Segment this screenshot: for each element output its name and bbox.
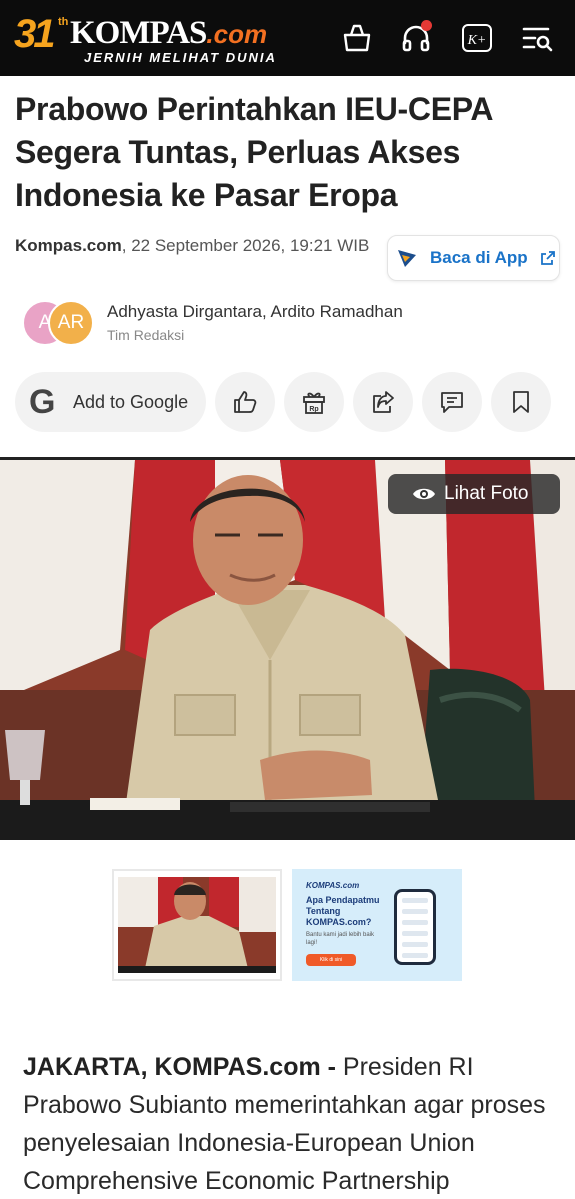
article-photo [0,460,575,840]
eye-icon [413,488,435,500]
view-photo-label: Lihat Foto [444,483,529,504]
like-icon [234,391,257,413]
article-datetime: , 22 September 2026, 19:21 WIB [121,236,370,255]
avatar: AR [48,300,94,346]
article-dateline: JAKARTA, KOMPAS.com - [23,1053,343,1081]
like-button[interactable] [215,372,275,432]
read-in-app-button[interactable]: Baca di App [387,235,560,281]
author-names[interactable]: Adhyasta Dirgantara, Ardito Ramadhan [107,302,403,322]
photo-thumbnail[interactable] [112,869,282,981]
menu-search-icon[interactable] [519,20,555,56]
ad-cta-button[interactable]: Klik di sini [306,954,356,966]
view-photo-button[interactable]: Lihat Foto [388,474,560,514]
comment-button[interactable] [422,372,482,432]
bookmark-button[interactable] [491,372,551,432]
comment-icon [441,392,463,413]
phone-illustration [394,889,436,965]
article-lead-paragraph: JAKARTA, KOMPAS.com - Presiden RI Prabow… [23,1048,563,1199]
logo-anniversary-number: 31 [14,12,55,56]
gift-button[interactable]: Rp [284,372,344,432]
article-source[interactable]: Kompas.com [15,236,122,255]
shopping-bag-icon[interactable] [339,20,375,56]
logo-tagline: JERNIH MELIHAT DUNIA [84,50,277,65]
kompas-logo[interactable]: 31 th KOMPAS.com JERNIH MELIHAT DUNIA [14,12,284,66]
share-icon [373,391,394,413]
bookmark-icon [513,391,529,413]
logo-brand: KOMPAS.com [70,16,267,51]
survey-ad-banner[interactable]: KOMPAS.com Apa Pendapatmu Tentang KOMPAS… [292,869,462,981]
article-hero-photo[interactable]: Lihat Foto [0,457,575,840]
kompas-app-icon [398,250,416,267]
share-button[interactable] [353,372,413,432]
notification-dot [421,20,432,31]
add-to-google-button[interactable]: G Add to Google [15,372,206,432]
google-icon: G [29,383,56,421]
ad-headline: Apa Pendapatmu Tentang KOMPAS.com? [306,895,380,927]
article-meta: Kompas.com, 22 September 2026, 19:21 WIB [15,233,375,259]
logo-superscript: th [58,16,69,28]
author-avatars[interactable]: A AR [22,300,102,348]
logo-brand-name: KOMPAS [70,15,207,51]
author-role: Tim Redaksi [107,327,185,343]
ad-subtext: Bantu kami jadi lebih baik lagi! [306,932,375,946]
add-to-google-label: Add to Google [73,391,189,412]
kompas-plus-icon[interactable]: K+ [459,20,495,56]
external-link-icon [540,251,555,265]
top-navigation-bar: 31 th KOMPAS.com JERNIH MELIHAT DUNIA K+ [0,0,575,76]
read-in-app-label: Baca di App [430,248,528,267]
ad-brand: KOMPAS.com [306,881,360,890]
gift-currency-label: Rp [309,406,318,413]
logo-brand-suffix: .com [206,19,268,49]
headphones-icon[interactable] [398,20,434,56]
gift-icon: Rp [303,392,325,414]
kompas-plus-label: K+ [467,33,487,48]
article-title: Prabowo Perintahkan IEU-CEPA Segera Tunt… [15,91,493,213]
thumbnail-image [114,871,280,979]
